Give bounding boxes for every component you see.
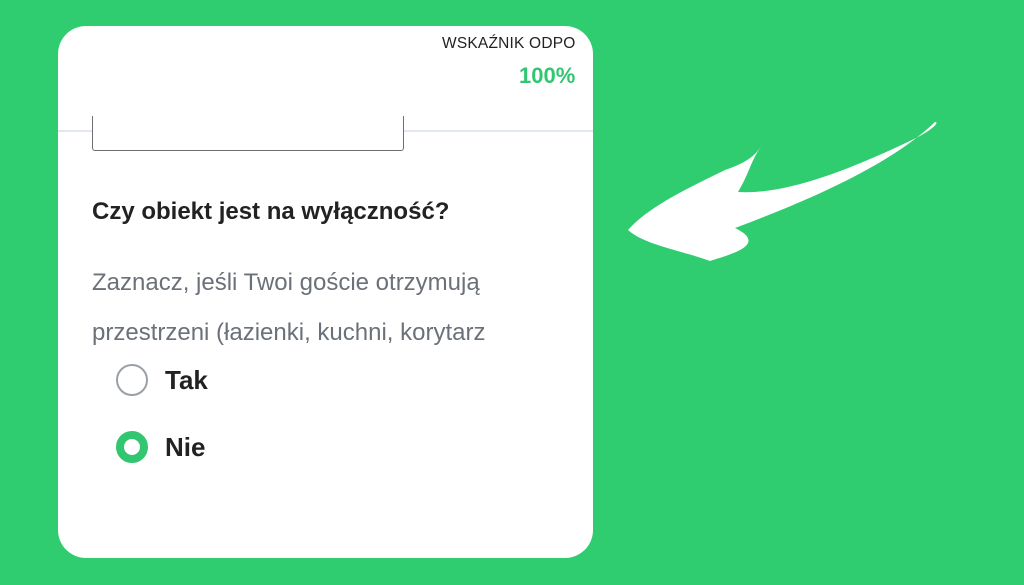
radio-option-label: Tak — [165, 364, 208, 395]
question-description-line-1: Zaznacz, jeśli Twoi goście otrzymują — [92, 269, 480, 296]
response-rate: WSKAŹNIK ODPO 100% — [442, 35, 593, 89]
radio-option-tak[interactable]: Tak — [116, 364, 208, 396]
question-description-line-2: przestrzeni (łazienki, kuchni, korytarz — [92, 319, 486, 346]
response-rate-label: WSKAŹNIK ODPO — [442, 35, 576, 52]
radio-option-nie[interactable]: Nie — [116, 431, 205, 463]
radio-checked-icon[interactable] — [116, 431, 148, 463]
response-rate-value: 100% — [519, 63, 576, 88]
form-card: WSKAŹNIK ODPO 100% Czy obiekt jest na wy… — [58, 26, 593, 558]
hand-drawn-arrow-left-icon — [628, 122, 937, 261]
question-title: Czy obiekt jest na wyłączność? — [92, 198, 450, 225]
previous-text-input[interactable] — [92, 116, 404, 151]
question-description: Zaznacz, jeśli Twoi goście otrzymują prz… — [92, 258, 485, 358]
radio-option-label: Nie — [165, 431, 206, 462]
radio-unchecked-icon[interactable] — [116, 364, 148, 396]
